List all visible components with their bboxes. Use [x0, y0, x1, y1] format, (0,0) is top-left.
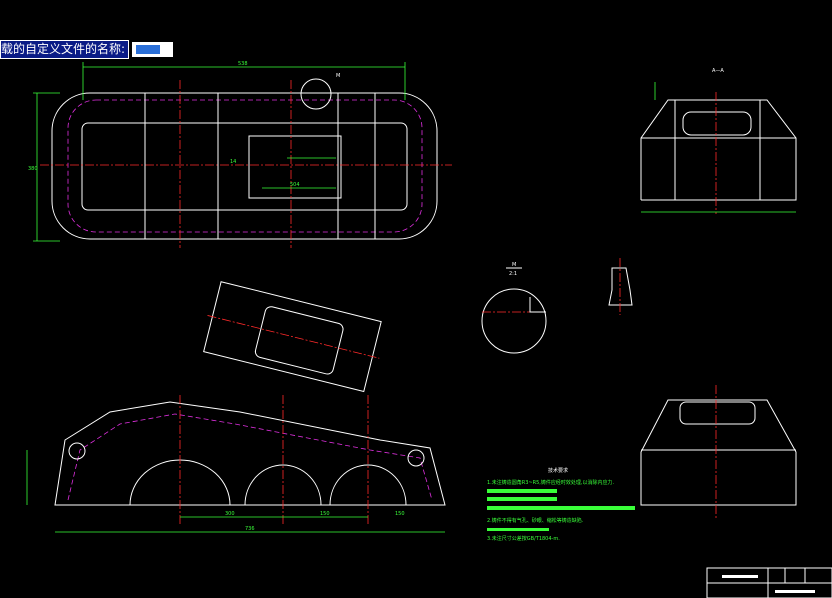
cad-canvas[interactable]: 载的自定义文件的名称: 538 380 14 504 M A—A M 2:1 3… [0, 0, 832, 598]
note-3: 3.未注尺寸公差按GB/T1804-m. [487, 535, 560, 542]
dim-b4: 736 [245, 526, 255, 532]
elevation-view: 300 150 150 736 [26, 395, 446, 533]
dim-b1: 300 [225, 511, 235, 517]
section-view: A—A [640, 68, 797, 214]
note-2: 2.铸件不得有气孔、砂眼、缩松等铸造缺陷. [487, 517, 584, 524]
section-label: A—A [712, 68, 724, 74]
drawing-sheet: 538 380 14 504 M A—A M 2:1 300 150 150 7… [26, 61, 832, 598]
plan-view: 538 380 14 504 M [28, 61, 452, 248]
dim-inner: 504 [290, 182, 300, 188]
detail-label: M [512, 262, 516, 268]
note-1: 1.未注铸造圆角R3~R5,铸件应经时效处理,以消除内应力. [487, 479, 614, 486]
end-view [640, 385, 797, 520]
rotated-view [203, 281, 382, 393]
technical-notes: 技术要求 1.未注铸造圆角R3~R5,铸件应经时效处理,以消除内应力. 2.铸件… [487, 467, 635, 542]
detail-scale: 2:1 [509, 271, 517, 277]
dim-b3: 150 [395, 511, 405, 517]
title-block [706, 567, 832, 598]
dim-height-left: 380 [28, 166, 38, 172]
dim-b2: 150 [320, 511, 330, 517]
dim-width-top: 538 [238, 61, 248, 67]
notes-title: 技术要求 [548, 467, 568, 474]
dim-center: 14 [230, 159, 236, 165]
detail-callout: M [336, 73, 340, 79]
detail-view: M 2:1 [481, 258, 633, 354]
